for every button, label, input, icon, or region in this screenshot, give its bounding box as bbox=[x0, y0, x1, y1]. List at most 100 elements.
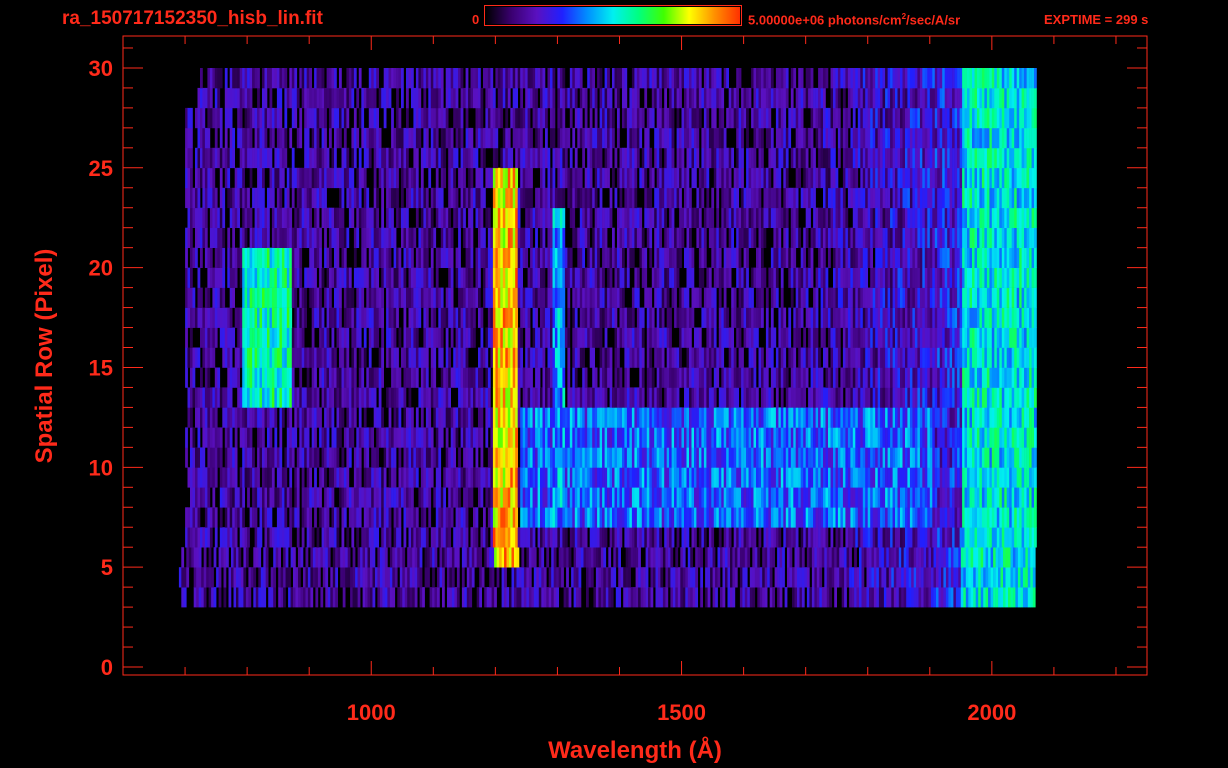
heatmap-cell bbox=[368, 287, 372, 308]
heatmap-cell bbox=[379, 567, 383, 588]
heatmap-cell bbox=[706, 467, 710, 488]
heatmap-cell bbox=[479, 547, 482, 568]
heatmap-cell bbox=[321, 427, 325, 448]
heatmap-cell bbox=[649, 327, 653, 348]
heatmap-cell bbox=[805, 427, 809, 448]
heatmap-cell bbox=[401, 267, 404, 288]
heatmap-cell bbox=[890, 427, 893, 448]
heatmap-cell bbox=[299, 427, 303, 448]
heatmap-cell bbox=[465, 467, 469, 488]
heatmap-cell bbox=[510, 507, 514, 528]
heatmap-cell bbox=[733, 407, 737, 428]
heatmap-cell bbox=[574, 347, 578, 368]
heatmap-cell bbox=[579, 467, 583, 488]
heatmap-cell bbox=[1019, 287, 1022, 308]
heatmap-cell bbox=[842, 367, 846, 388]
heatmap-cell bbox=[485, 527, 489, 548]
heatmap-cell bbox=[617, 267, 620, 288]
heatmap-cell bbox=[530, 347, 533, 368]
heatmap-cell bbox=[314, 267, 317, 288]
heatmap-cell bbox=[1006, 327, 1010, 348]
heatmap-cell bbox=[550, 527, 553, 548]
heatmap-cell bbox=[552, 487, 556, 508]
heatmap-cell bbox=[882, 447, 886, 468]
heatmap-cell bbox=[708, 487, 712, 508]
heatmap-cell bbox=[586, 587, 589, 608]
heatmap-cell bbox=[947, 387, 950, 408]
heatmap-cell bbox=[520, 427, 523, 448]
heatmap-cell bbox=[523, 567, 527, 588]
heatmap-cell bbox=[703, 527, 707, 548]
heatmap-cell bbox=[847, 347, 851, 368]
heatmap-cell bbox=[373, 407, 377, 428]
heatmap-cell bbox=[636, 387, 640, 408]
heatmap-cell bbox=[654, 387, 657, 408]
heatmap-cell bbox=[595, 547, 599, 568]
heatmap-cell bbox=[290, 547, 294, 568]
heatmap-cell bbox=[264, 387, 268, 408]
heatmap-cell bbox=[908, 567, 912, 588]
heatmap-cell bbox=[921, 587, 924, 608]
heatmap-cell bbox=[340, 567, 343, 588]
heatmap-cell bbox=[803, 347, 806, 368]
heatmap-cell bbox=[351, 287, 355, 308]
heatmap-cell bbox=[664, 387, 667, 408]
heatmap-cell bbox=[949, 367, 953, 388]
heatmap-cell bbox=[820, 507, 824, 528]
heatmap-cell bbox=[584, 367, 588, 388]
heatmap-cell bbox=[389, 587, 393, 608]
heatmap-cell bbox=[257, 447, 260, 468]
heatmap-cell bbox=[512, 367, 516, 388]
heatmap-cell bbox=[433, 347, 437, 368]
heatmap-cell bbox=[969, 507, 973, 528]
heatmap-cell bbox=[569, 427, 573, 448]
heatmap-cell bbox=[473, 307, 476, 328]
heatmap-cell bbox=[438, 467, 442, 488]
heatmap-cell bbox=[391, 267, 394, 288]
heatmap-cell bbox=[403, 447, 407, 468]
heatmap-cell bbox=[391, 447, 394, 468]
heatmap-cell bbox=[363, 327, 367, 348]
heatmap-cell bbox=[550, 267, 553, 288]
heatmap-cell bbox=[411, 507, 414, 528]
heatmap-cell bbox=[761, 507, 764, 528]
heatmap-cell bbox=[840, 527, 844, 548]
heatmap-cell bbox=[775, 487, 779, 508]
heatmap-cell bbox=[289, 407, 293, 428]
heatmap-cell bbox=[641, 467, 645, 488]
heatmap-cell bbox=[301, 507, 305, 528]
heatmap-cell bbox=[525, 507, 528, 528]
heatmap-cell bbox=[224, 447, 228, 468]
heatmap-cell bbox=[324, 527, 327, 548]
heatmap-cell bbox=[1015, 547, 1019, 568]
heatmap-cell bbox=[713, 327, 717, 348]
heatmap-cell bbox=[649, 467, 653, 488]
heatmap-cell bbox=[608, 567, 612, 588]
heatmap-cell bbox=[237, 367, 240, 388]
heatmap-cell bbox=[433, 307, 437, 328]
heatmap-cell bbox=[731, 307, 734, 328]
heatmap-cell bbox=[933, 587, 937, 608]
heatmap-cell bbox=[914, 367, 918, 388]
heatmap-cell bbox=[335, 587, 338, 608]
heatmap-cell bbox=[244, 407, 248, 428]
heatmap-cell bbox=[757, 567, 761, 588]
heatmap-cell bbox=[865, 447, 868, 468]
heatmap-cell bbox=[419, 547, 423, 568]
heatmap-cell bbox=[497, 327, 501, 348]
heatmap-cell bbox=[568, 587, 572, 608]
heatmap-cell bbox=[723, 527, 727, 548]
heatmap-cell bbox=[540, 307, 543, 328]
heatmap-cell bbox=[969, 387, 973, 408]
heatmap-cell bbox=[708, 467, 712, 488]
heatmap-cell bbox=[200, 467, 203, 488]
heatmap-cell bbox=[345, 547, 348, 568]
heatmap-cell bbox=[600, 547, 604, 568]
heatmap-cell bbox=[986, 507, 990, 528]
heatmap-cell bbox=[882, 487, 886, 508]
heatmap-cell bbox=[322, 567, 326, 588]
heatmap-cell bbox=[574, 287, 578, 308]
heatmap-cell bbox=[221, 547, 224, 568]
heatmap-cell bbox=[1030, 547, 1034, 568]
heatmap-cell bbox=[862, 327, 866, 348]
